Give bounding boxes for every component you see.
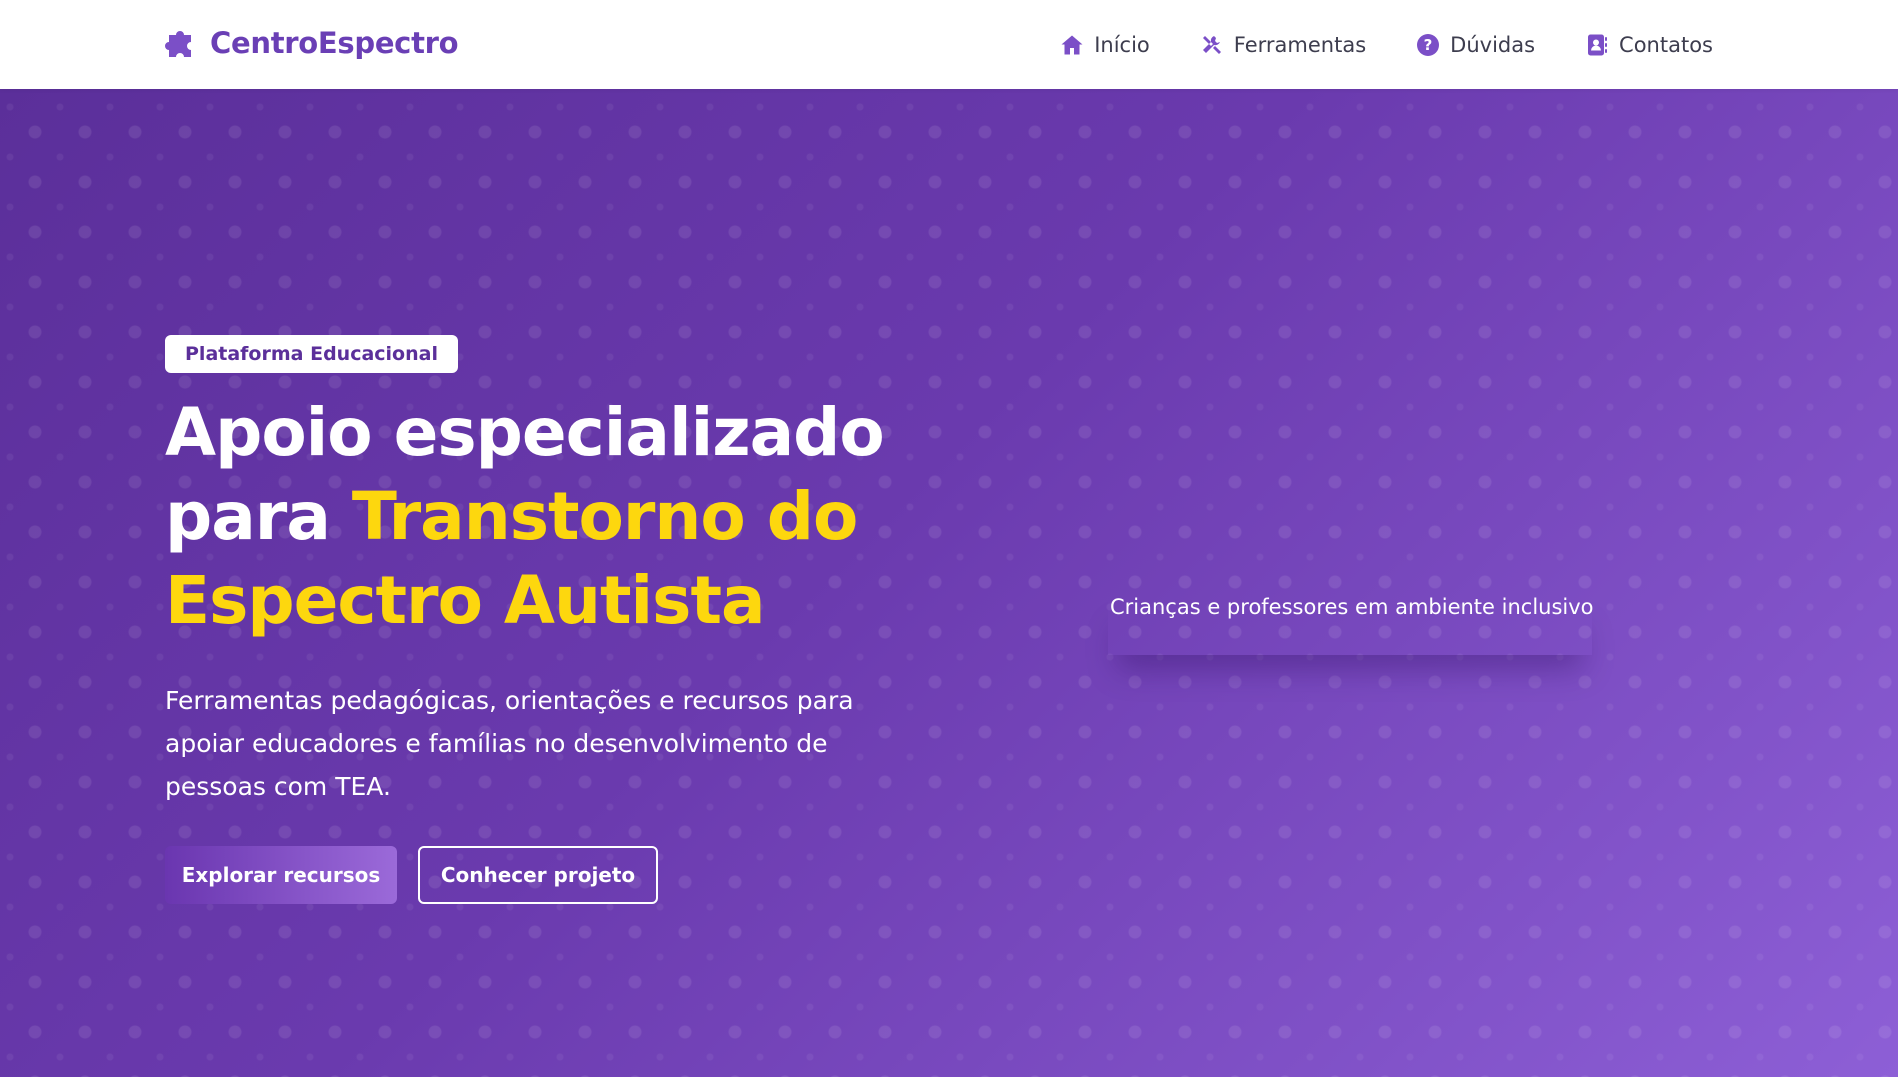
nav-label-inicio: Início	[1094, 32, 1150, 57]
nav-item-duvidas[interactable]: ? Dúvidas	[1416, 33, 1535, 57]
nav-item-ferramentas[interactable]: Ferramentas	[1200, 33, 1366, 57]
hero-section: Plataforma Educacional Apoio especializa…	[0, 89, 1898, 1077]
hero-image-alt-text: Crianças e professores em ambiente inclu…	[1110, 595, 1594, 619]
hero-content: Plataforma Educacional Apoio especializa…	[165, 335, 925, 904]
nav-item-contatos[interactable]: Contatos	[1585, 33, 1713, 57]
explore-resources-button[interactable]: Explorar recursos	[165, 846, 397, 904]
navbar: CentroEspectro Início Ferramentas ? Dúvi…	[0, 0, 1898, 89]
hero-buttons: Explorar recursos Conhecer projeto	[165, 846, 925, 904]
home-icon	[1061, 35, 1083, 54]
contact-book-icon	[1588, 34, 1608, 55]
nav-label-contatos: Contatos	[1619, 32, 1713, 57]
question-icon: ?	[1417, 33, 1440, 56]
tools-icon	[1202, 35, 1221, 54]
brand-logo[interactable]: CentroEspectro	[165, 25, 459, 61]
main-nav: Início Ferramentas ? Dúvidas Contatos	[1010, 0, 1713, 89]
hero-headline: Apoio especializado para Transtorno do E…	[165, 391, 925, 643]
brand-name: CentroEspectro	[210, 26, 459, 60]
nav-label-ferramentas: Ferramentas	[1233, 32, 1367, 57]
svg-text:?: ?	[1424, 36, 1433, 54]
puzzle-icon	[165, 31, 191, 57]
platform-badge: Plataforma Educacional	[165, 335, 458, 373]
nav-label-duvidas: Dúvidas	[1450, 32, 1536, 57]
hero-subtitle: Ferramentas pedagógicas, orientações e r…	[165, 686, 854, 801]
learn-project-button[interactable]: Conhecer projeto	[418, 846, 658, 904]
nav-item-inicio[interactable]: Início	[1060, 33, 1150, 57]
hero-image: Crianças e professores em ambiente inclu…	[1108, 595, 1594, 655]
